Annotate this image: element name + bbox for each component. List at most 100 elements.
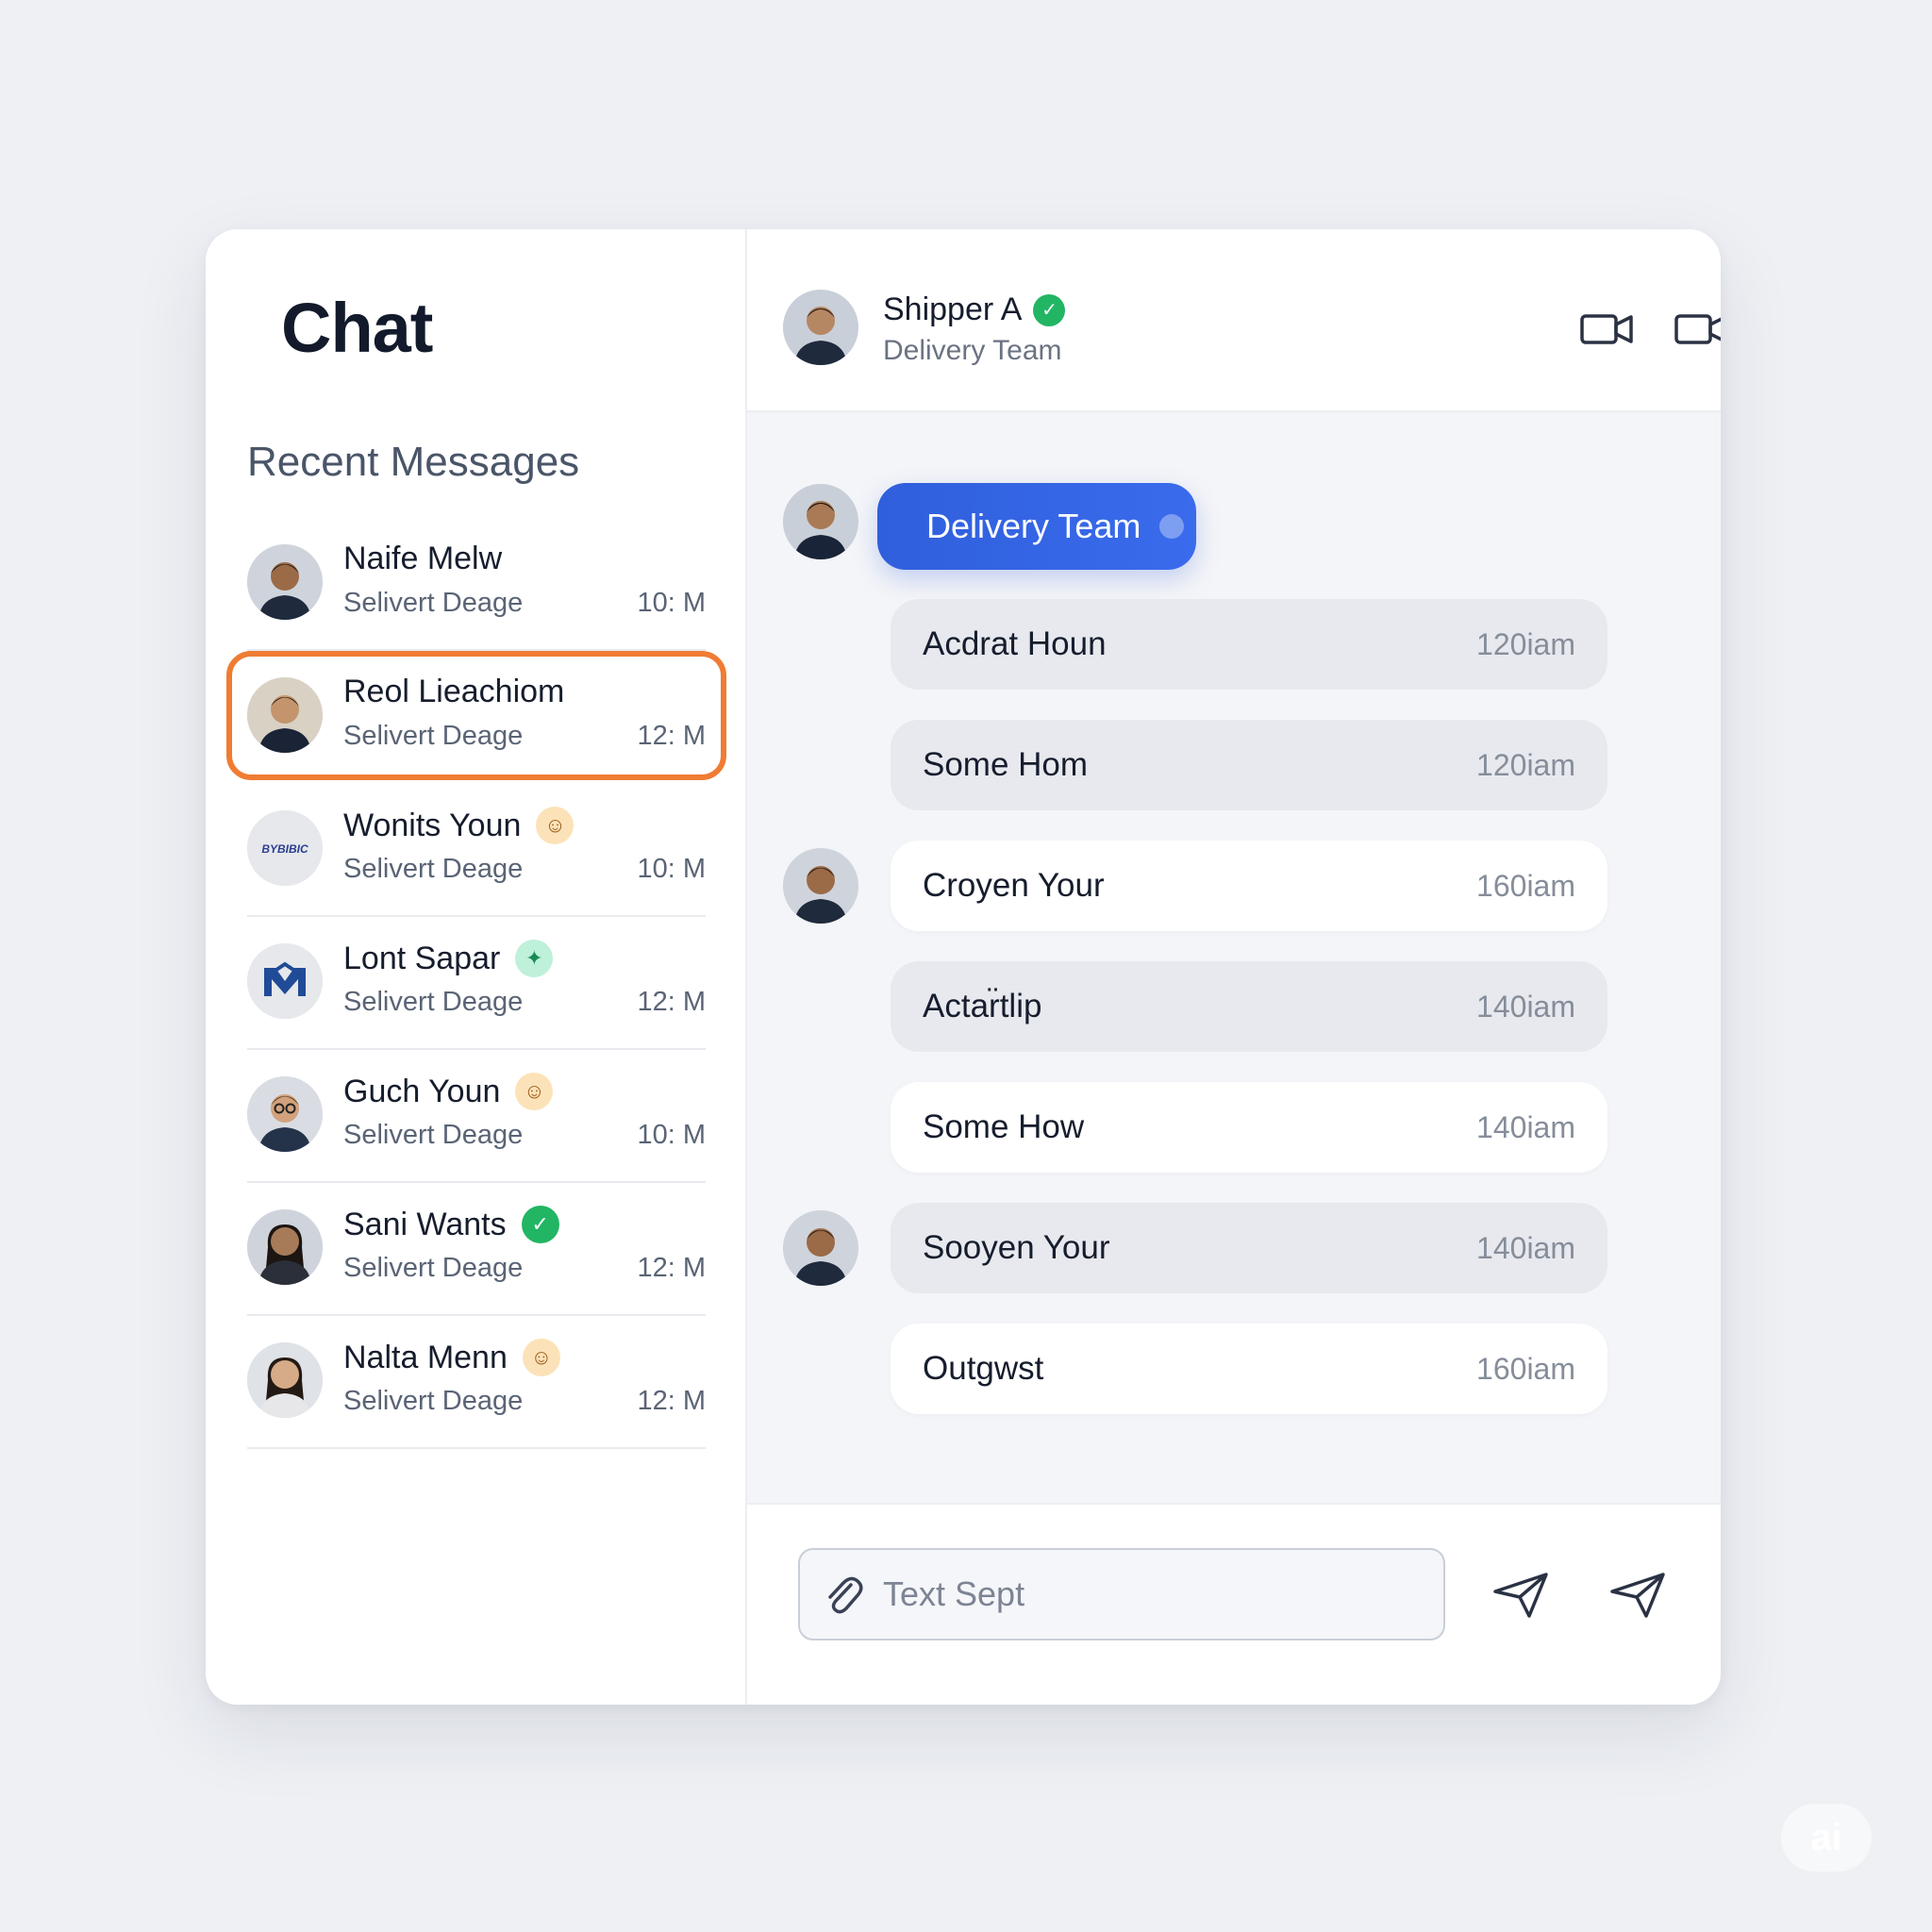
send-button[interactable] xyxy=(1485,1559,1557,1631)
conversation-name: Lont Sapar xyxy=(343,940,501,976)
message-text: Sooyen Your xyxy=(923,1229,1110,1266)
contact-name: Shipper A xyxy=(883,291,1023,327)
conversation-preview: Selivert Deage xyxy=(343,1253,524,1283)
group-label: Delivery Team xyxy=(926,507,1141,545)
conversation-name-row: Reol Lieachiom xyxy=(343,674,564,710)
message-bubble[interactable]: Outgwst 160iam xyxy=(872,1324,1607,1414)
conversation-name: Reol Lieachiom xyxy=(343,674,565,709)
watermark: ai xyxy=(1781,1804,1872,1872)
message-text: Some Hom xyxy=(923,746,1089,783)
contact-subtitle: Delivery Team xyxy=(883,335,1062,366)
conversation-avatar xyxy=(247,943,323,1019)
message-input-wrapper[interactable] xyxy=(798,1548,1445,1641)
message-time: 160iam xyxy=(1476,1351,1575,1386)
composer xyxy=(747,1503,1721,1705)
sender-avatar[interactable] xyxy=(783,848,858,924)
message-bubble[interactable]: Croyen Your 160iam xyxy=(872,841,1607,931)
message-input[interactable] xyxy=(883,1574,1411,1614)
sidebar: Chat Recent Messages Naife Melw Selivert … xyxy=(206,229,747,1705)
conversation-name-row: Lont Sapar ✦ xyxy=(343,940,554,977)
conversation-item[interactable]: BYBIBIC Wonits Youn ☺ Selivert Deage 10: M xyxy=(206,784,747,917)
check-circle-icon: ✓ xyxy=(521,1206,559,1243)
contact-avatar[interactable] xyxy=(783,290,858,365)
conversation-name: Guch Youn xyxy=(343,1073,501,1109)
conversation-name-row: Nalta Menn ☺ xyxy=(343,1339,560,1376)
message-bubble[interactable]: Some How 140iam xyxy=(872,1082,1607,1173)
video-call-button[interactable] xyxy=(1577,299,1638,359)
conversation-item[interactable]: Sani Wants ✓ Selivert Deage 12: M xyxy=(206,1183,747,1316)
conversation-preview: Selivert Deage xyxy=(343,1120,524,1150)
emoji-badge-icon: ☺ xyxy=(515,1073,554,1110)
video-button[interactable] xyxy=(1672,299,1721,359)
conversation-avatar xyxy=(247,1076,323,1152)
send-alt-button[interactable] xyxy=(1602,1559,1674,1631)
conversation-item[interactable]: Nalta Menn ☺ Selivert Deage 12: M xyxy=(206,1316,747,1449)
sender-avatar[interactable] xyxy=(783,1210,858,1286)
message-bubble[interactable]: Acdrat Houn 120iam xyxy=(872,599,1607,690)
conversation-time: 12: M xyxy=(637,721,706,751)
contact-name-row: Shipper A ✓ xyxy=(883,291,1066,328)
conversation-item[interactable]: Naife Melw Selivert Deage 10: M xyxy=(206,518,747,651)
conversation-avatar xyxy=(247,1209,323,1285)
conversation-time: 10: M xyxy=(637,1120,706,1150)
emoji-badge-icon: ☺ xyxy=(536,807,575,844)
message-time: 140iam xyxy=(1476,989,1575,1024)
message-time: 120iam xyxy=(1476,747,1575,782)
message-time: 120iam xyxy=(1476,626,1575,661)
group-avatar[interactable] xyxy=(783,484,858,559)
chat-header: Shipper A ✓ Delivery Team xyxy=(747,229,1721,412)
conversation-preview: Selivert Deage xyxy=(343,854,524,884)
conversation-time: 10: M xyxy=(637,854,706,884)
divider xyxy=(247,1447,706,1449)
conversation-avatar xyxy=(247,677,323,753)
chat-main: Shipper A ✓ Delivery Team Delivery Team … xyxy=(747,229,1721,1705)
conversation-name-row: Naife Melw xyxy=(343,541,502,577)
conversation-name-row: Guch Youn ☺ xyxy=(343,1073,554,1110)
message-time: 140iam xyxy=(1476,1230,1575,1265)
message-text: Acdrat Houn xyxy=(923,625,1107,662)
conversation-item[interactable]: Reol Lieachiom Selivert Deage 12: M xyxy=(206,651,747,784)
message-bubble[interactable]: Sooyen Your 140iam xyxy=(872,1203,1607,1293)
conversation-item[interactable]: Lont Sapar ✦ Selivert Deage 12: M xyxy=(206,917,747,1050)
message-text: Croyen Your xyxy=(923,867,1105,904)
conversation-name-row: Wonits Youn ☺ xyxy=(343,807,575,844)
conversation-name: Wonits Youn xyxy=(343,807,522,843)
conversation-avatar xyxy=(247,1342,323,1418)
group-label-pill[interactable]: Delivery Team xyxy=(877,483,1196,570)
conversation-preview: Selivert Deage xyxy=(343,1386,524,1416)
message-text: Outgwst xyxy=(923,1350,1044,1387)
conversation-name-row: Sani Wants ✓ xyxy=(343,1206,559,1243)
conversation-preview: Selivert Deage xyxy=(343,987,524,1017)
conversation-preview: Selivert Deage xyxy=(343,721,524,751)
send-icon xyxy=(1610,1573,1665,1618)
message-bubble[interactable]: Actar̈tlip 140iam xyxy=(872,961,1607,1052)
conversation-avatar xyxy=(247,544,323,620)
check-circle-icon: ✓ xyxy=(1033,293,1066,326)
section-title: Recent Messages xyxy=(247,439,580,485)
chat-window: Chat Recent Messages Naife Melw Selivert … xyxy=(206,229,1721,1705)
video-icon xyxy=(1674,314,1721,344)
conversation-time: 12: M xyxy=(637,1253,706,1283)
emoji-badge-icon: ☺ xyxy=(522,1339,560,1376)
group-icon xyxy=(1159,514,1185,539)
conversation-list: Naife Melw Selivert Deage 10: M Reol Lieach… xyxy=(206,518,747,1449)
conversation-item[interactable]: Guch Youn ☺ Selivert Deage 10: M xyxy=(206,1050,747,1183)
conversation-name: Naife Melw xyxy=(343,541,503,576)
leaf-badge-icon: ✦ xyxy=(515,940,554,977)
avatar-logo-text: BYBIBIC xyxy=(261,842,308,856)
send-icon xyxy=(1493,1573,1548,1618)
message-time: 140iam xyxy=(1476,1109,1575,1144)
video-call-icon xyxy=(1580,314,1633,344)
conversation-time: 12: M xyxy=(637,987,706,1017)
conversation-avatar: BYBIBIC xyxy=(247,810,323,886)
message-text: Actar̈tlip xyxy=(923,988,1042,1024)
conversation-time: 10: M xyxy=(637,588,706,618)
message-text: Some How xyxy=(923,1108,1085,1145)
message-time: 160iam xyxy=(1476,868,1575,903)
message-bubble[interactable]: Some Hom 120iam xyxy=(872,720,1607,810)
conversation-preview: Selivert Deage xyxy=(343,588,524,618)
conversation-name: Nalta Menn xyxy=(343,1339,508,1375)
paperclip-icon[interactable] xyxy=(823,1572,864,1617)
conversation-name: Sani Wants xyxy=(343,1206,507,1242)
conversation-time: 12: M xyxy=(637,1386,706,1416)
